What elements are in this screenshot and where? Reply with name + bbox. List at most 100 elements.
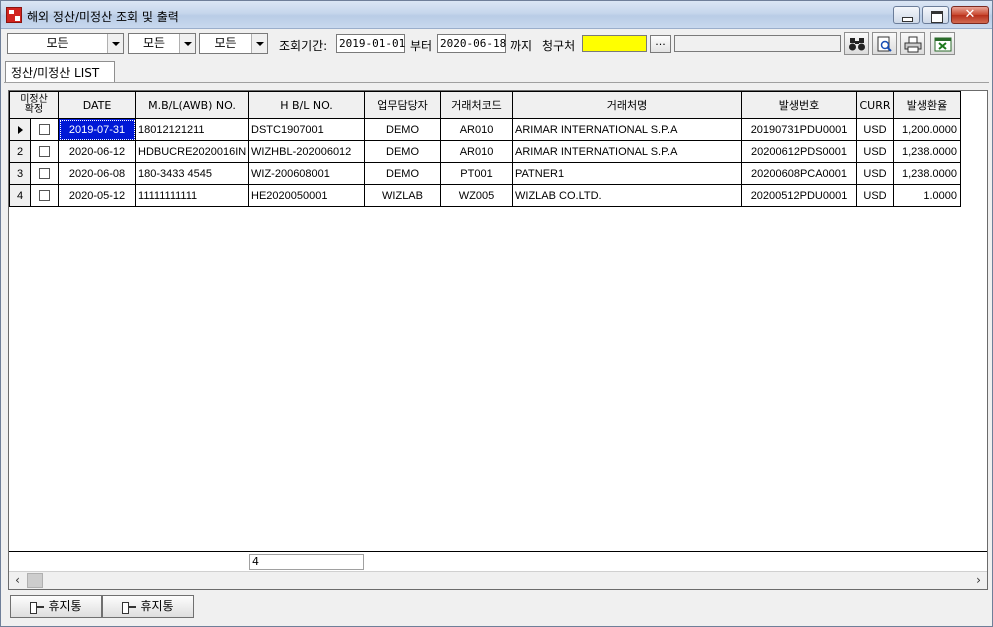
- row-checkbox-cell[interactable]: [29, 140, 60, 163]
- header-client-code[interactable]: 거래처코드: [440, 91, 514, 119]
- cell-client-name[interactable]: WIZLAB CO.LTD.: [512, 184, 743, 207]
- cell-staff[interactable]: DEMO: [364, 162, 442, 185]
- row-checkbox-cell[interactable]: [29, 118, 60, 141]
- printer-icon: [904, 36, 922, 53]
- header-curr[interactable]: CURR: [856, 91, 895, 119]
- cell-mbl[interactable]: 180-3433 4545: [135, 162, 250, 185]
- cell-hbl[interactable]: WIZHBL-202006012: [248, 140, 366, 163]
- binoculars-icon: [849, 38, 865, 51]
- filter-combo-2[interactable]: 모든: [128, 33, 196, 54]
- trash-in-icon: [122, 601, 137, 614]
- cell-curr[interactable]: USD: [856, 162, 895, 185]
- restore-from-trash-button[interactable]: 휴지통: [102, 595, 194, 618]
- cell-client-code[interactable]: AR010: [440, 118, 514, 141]
- scroll-thumb[interactable]: [27, 573, 43, 588]
- cell-client-name[interactable]: ARIMAR INTERNATIONAL S.P.A: [512, 140, 743, 163]
- chevron-down-icon[interactable]: [107, 34, 123, 53]
- cell-rate[interactable]: 1.0000: [893, 184, 962, 207]
- cell-rate[interactable]: 1,238.0000: [893, 162, 962, 185]
- header-issue-no[interactable]: 발생번호: [741, 91, 858, 119]
- header-hbl[interactable]: H B/L NO.: [248, 91, 366, 119]
- filter-combo-3[interactable]: 모든: [199, 33, 268, 54]
- row-checkbox-cell[interactable]: [29, 162, 60, 185]
- title-bar[interactable]: 해외 정산/미정산 조회 및 출력 ✕: [1, 1, 992, 29]
- header-confirm-line2: 확정: [24, 104, 44, 115]
- cell-rate[interactable]: 1,200.0000: [893, 118, 962, 141]
- billing-name-field: [674, 35, 841, 52]
- cell-date[interactable]: 2020-06-12: [58, 140, 137, 163]
- cell-mbl[interactable]: 11111111111: [135, 184, 250, 207]
- table-row[interactable]: 2019-07-31 18012121211 DSTC1907001 DEMO …: [9, 118, 962, 141]
- cell-rate[interactable]: 1,238.0000: [893, 140, 962, 163]
- date-from-input[interactable]: 2019-01-01: [336, 34, 405, 53]
- header-staff[interactable]: 업무담당자: [364, 91, 442, 119]
- cell-curr[interactable]: USD: [856, 140, 895, 163]
- confirm-checkbox[interactable]: [39, 190, 50, 202]
- table-row[interactable]: 3 2020-06-08 180-3433 4545 WIZ-200608001…: [9, 162, 962, 185]
- scroll-left-icon[interactable]: ‹: [9, 572, 26, 589]
- close-button[interactable]: ✕: [951, 6, 989, 24]
- cell-hbl[interactable]: HE2020050001: [248, 184, 366, 207]
- cell-mbl[interactable]: HDBUCRE2020016IN: [135, 140, 250, 163]
- chevron-down-icon[interactable]: [251, 34, 267, 53]
- cell-curr[interactable]: USD: [856, 118, 895, 141]
- grid-footer-row: 4: [9, 551, 987, 570]
- cell-client-code[interactable]: PT001: [440, 162, 514, 185]
- cell-mbl[interactable]: 18012121211: [135, 118, 250, 141]
- cell-issue-no[interactable]: 20200512PDU0001: [741, 184, 858, 207]
- header-client-name[interactable]: 거래처명: [512, 91, 743, 119]
- row-number[interactable]: 2: [9, 140, 31, 163]
- billing-code-input[interactable]: [582, 35, 647, 52]
- filter-combo-1[interactable]: 모든: [7, 33, 124, 54]
- minimize-button[interactable]: [893, 6, 920, 24]
- scroll-right-icon[interactable]: ›: [970, 572, 987, 589]
- excel-export-button[interactable]: [930, 32, 955, 55]
- maximize-button[interactable]: [922, 6, 949, 24]
- move-to-trash-label: 휴지통: [48, 599, 82, 613]
- header-date[interactable]: DATE: [58, 91, 137, 119]
- filter-combo-1-value: 모든: [46, 36, 69, 50]
- confirm-checkbox[interactable]: [39, 124, 50, 136]
- print-preview-icon: [877, 36, 892, 52]
- cell-client-name[interactable]: ARIMAR INTERNATIONAL S.P.A: [512, 118, 743, 141]
- header-mbl[interactable]: M.B/L(AWB) NO.: [135, 91, 250, 119]
- cell-staff[interactable]: WIZLAB: [364, 184, 442, 207]
- billing-lookup-button[interactable]: ...: [650, 35, 671, 53]
- row-number[interactable]: 4: [9, 184, 31, 207]
- row-indicator[interactable]: [9, 118, 31, 141]
- cell-hbl[interactable]: WIZ-200608001: [248, 162, 366, 185]
- cell-date[interactable]: 2020-05-12: [58, 184, 137, 207]
- cell-curr[interactable]: USD: [856, 184, 895, 207]
- cell-date[interactable]: 2020-06-08: [58, 162, 137, 185]
- cell-staff[interactable]: DEMO: [364, 118, 442, 141]
- chevron-down-icon[interactable]: [179, 34, 195, 53]
- cell-issue-no[interactable]: 20190731PDU0001: [741, 118, 858, 141]
- cell-issue-no[interactable]: 20200612PDS0001: [741, 140, 858, 163]
- table-row[interactable]: 4 2020-05-12 11111111111 HE2020050001 WI…: [9, 184, 962, 207]
- toolbar: 모든 모든 모든 조회기간: 2019-01-01 부터 2020-06-18 …: [1, 30, 992, 60]
- confirm-checkbox[interactable]: [39, 146, 50, 158]
- move-to-trash-button[interactable]: 휴지통: [10, 595, 102, 618]
- row-number[interactable]: 3: [9, 162, 31, 185]
- cell-client-code[interactable]: AR010: [440, 140, 514, 163]
- settlement-grid[interactable]: 미정산 확정 DATE M.B/L(AWB) NO. H B/L NO. 업무담…: [8, 90, 988, 590]
- cell-client-name[interactable]: PATNER1: [512, 162, 743, 185]
- table-row[interactable]: 2 2020-06-12 HDBUCRE2020016IN WIZHBL-202…: [9, 140, 962, 163]
- cell-client-code[interactable]: WZ005: [440, 184, 514, 207]
- cell-staff[interactable]: DEMO: [364, 140, 442, 163]
- horizontal-scrollbar[interactable]: ‹ ›: [9, 571, 987, 589]
- tab-settlement-list[interactable]: 정산/미정산 LIST: [5, 61, 115, 83]
- cell-hbl[interactable]: DSTC1907001: [248, 118, 366, 141]
- header-row: 미정산 확정 DATE M.B/L(AWB) NO. H B/L NO. 업무담…: [9, 91, 962, 119]
- print-preview-button[interactable]: [872, 32, 897, 55]
- print-button[interactable]: [900, 32, 925, 55]
- confirm-checkbox[interactable]: [39, 168, 50, 180]
- header-confirm[interactable]: 미정산 확정: [9, 91, 60, 119]
- row-checkbox-cell[interactable]: [29, 184, 60, 207]
- filter-combo-3-value: 모든: [214, 36, 237, 50]
- date-to-input[interactable]: 2020-06-18: [437, 34, 506, 53]
- cell-date[interactable]: 2019-07-31: [58, 118, 137, 141]
- header-rate[interactable]: 발생환율: [893, 91, 962, 119]
- cell-issue-no[interactable]: 20200608PCA0001: [741, 162, 858, 185]
- search-button[interactable]: [844, 32, 869, 55]
